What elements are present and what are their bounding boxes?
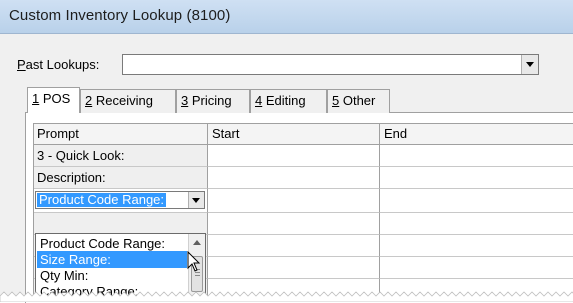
dropdown-option[interactable]: Qty Min: [37, 267, 187, 284]
end-cell[interactable] [380, 145, 573, 167]
past-lookups-mnemonic: P [17, 57, 26, 72]
start-cell[interactable] [208, 145, 380, 167]
mouse-cursor-icon [187, 251, 201, 272]
prompt-combo[interactable]: Product Code Range: [35, 191, 205, 209]
start-cell[interactable] [208, 189, 380, 213]
past-lookups-combo[interactable] [122, 54, 539, 75]
end-cell[interactable] [380, 235, 573, 257]
table-row: 3 - Quick Look: [33, 145, 573, 167]
prompt-combo-value: Product Code Range: [37, 192, 167, 207]
end-cell[interactable] [380, 189, 573, 213]
tab-receiving-label: Receiving [92, 93, 153, 108]
start-cell[interactable] [208, 257, 380, 279]
column-header-end[interactable]: End [380, 123, 573, 145]
prompt-cell: Product Code Range: [33, 189, 208, 213]
past-lookups-label-text: ast Lookups: [25, 57, 100, 72]
start-cell[interactable] [208, 213, 380, 235]
prompt-cell[interactable]: 3 - Quick Look: [33, 145, 208, 167]
table-row [33, 213, 573, 235]
table-row: Product Code Range: [33, 189, 573, 213]
past-lookups-dropdown-button[interactable] [521, 55, 538, 74]
prompt-cell[interactable] [33, 213, 208, 235]
tab-pricing[interactable]: 3 Pricing [176, 89, 250, 113]
tab-editing-label: Editing [262, 93, 306, 108]
end-cell[interactable] [380, 167, 573, 189]
tab-receiving[interactable]: 2 Receiving [80, 89, 176, 113]
tab-other-label: Other [339, 93, 376, 108]
tab-pos[interactable]: 1 POS [27, 87, 80, 113]
dropdown-option-selected[interactable]: Size Range: [37, 251, 187, 268]
start-cell[interactable] [208, 167, 380, 189]
title-bar: Custom Inventory Lookup (8100) [0, 0, 573, 34]
column-header-prompt[interactable]: Prompt [33, 123, 208, 145]
end-cell[interactable] [380, 213, 573, 235]
grip-line [195, 275, 200, 276]
column-header-start[interactable]: Start [208, 123, 380, 145]
grid-header-row: Prompt Start End [33, 123, 573, 145]
chevron-down-icon [192, 198, 200, 203]
past-lookups-label: Past Lookups: [17, 57, 99, 72]
end-cell[interactable] [380, 257, 573, 279]
lookup-window: Custom Inventory Lookup (8100) Past Look… [0, 0, 573, 303]
torn-edge [0, 291, 573, 302]
prompt-combo-dropdown-button[interactable] [188, 192, 204, 208]
tab-pricing-label: Pricing [188, 93, 232, 108]
tab-other[interactable]: 5 Other [327, 89, 390, 113]
prompt-cell[interactable]: Description: [33, 167, 208, 189]
window-title: Custom Inventory Lookup (8100) [9, 7, 231, 24]
start-cell[interactable] [208, 235, 380, 257]
tab-pos-label: POS [39, 91, 71, 106]
chevron-down-icon [526, 62, 534, 67]
tab-editing[interactable]: 4 Editing [250, 89, 327, 113]
scroll-up-icon[interactable] [193, 240, 201, 245]
dropdown-option[interactable]: Product Code Range: [37, 235, 187, 252]
table-row: Description: [33, 167, 573, 189]
